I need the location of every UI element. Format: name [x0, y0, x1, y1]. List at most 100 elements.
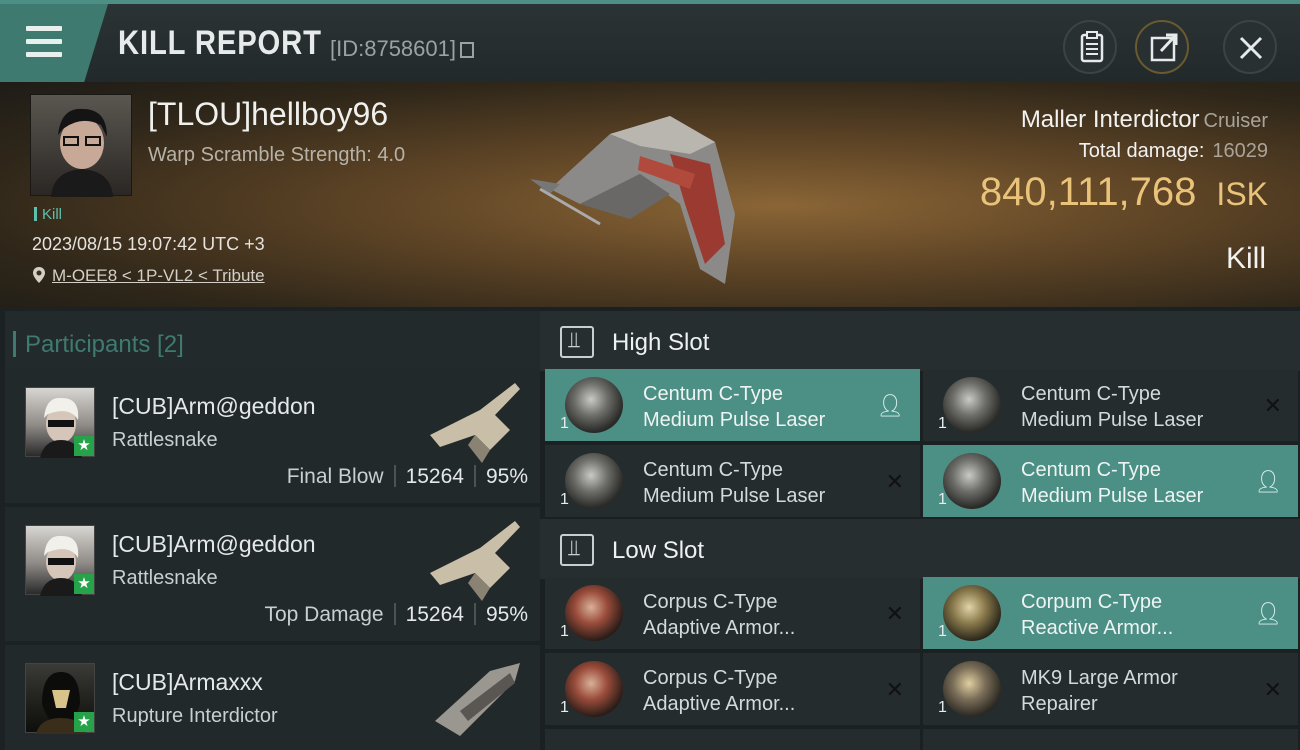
- copy-icon[interactable]: [459, 42, 474, 58]
- participant-name[interactable]: [CUB]Arm@geddon: [112, 531, 316, 558]
- module-image: [565, 377, 623, 433]
- module-name-line2: Medium Pulse Laser: [1021, 409, 1204, 431]
- module-name: Corpum C-Type Reactive Armor...: [1021, 589, 1271, 641]
- kill-location[interactable]: M-OEE8 < 1P-VL2 < Tribute: [32, 266, 265, 286]
- participant-ship-image: [435, 663, 520, 736]
- module-name-line1: Corpus C-Type: [643, 667, 778, 689]
- module-image: [943, 453, 1001, 509]
- module-item-partial[interactable]: [923, 729, 1298, 750]
- module-item[interactable]: 1 Centum C-Type Medium Pulse Laser ✕: [545, 445, 920, 517]
- share-icon: [1150, 33, 1178, 62]
- isk-unit: ISK: [1216, 176, 1268, 212]
- module-item[interactable]: 1 Corpum C-Type Reactive Armor... 👤︎: [923, 577, 1298, 649]
- kill-tag: Kill: [34, 206, 62, 223]
- star-icon: ★: [74, 436, 94, 456]
- x-icon: ✕: [1263, 393, 1282, 418]
- star-icon: ★: [74, 712, 94, 732]
- participant-role: Top Damage: [264, 603, 384, 626]
- header-bar: KILL REPORT [ID:8758601]: [0, 0, 1300, 82]
- participant-stats: Top Damage 15264 95%: [264, 603, 528, 627]
- x-icon: ✕: [885, 677, 904, 702]
- hamburger-icon-line: [26, 52, 62, 57]
- total-damage-row: Total damage: 16029: [1079, 140, 1268, 163]
- module-item-partial[interactable]: [545, 729, 920, 750]
- kill-timestamp: 2023/08/15 19:07:42 UTC +3: [32, 234, 265, 254]
- module-image: [943, 585, 1001, 641]
- module-quantity: 1: [938, 623, 947, 640]
- person-icon: 👤︎: [1254, 601, 1282, 626]
- divider: [393, 465, 396, 487]
- participant-avatar[interactable]: ★: [25, 387, 95, 458]
- module-item[interactable]: 1 Centum C-Type Medium Pulse Laser ✕: [923, 369, 1298, 441]
- participant-ship-image: [430, 383, 520, 463]
- victim-ship-name[interactable]: Maller Interdictor Cruiser: [1021, 106, 1268, 134]
- participant-row[interactable]: ★ [CUB]Arm@geddon Rattlesnake Final Blow…: [5, 369, 540, 503]
- participant-name[interactable]: [CUB]Armaxxx: [112, 669, 263, 696]
- module-name-line1: MK9 Large Armor: [1021, 667, 1178, 689]
- module-name-line2: Reactive Armor...: [1021, 617, 1174, 639]
- low-slot-header: Low Slot: [540, 519, 1300, 579]
- module-name: Centum C-Type Medium Pulse Laser: [1021, 381, 1271, 433]
- star-icon: ★: [74, 574, 94, 594]
- module-name: Centum C-Type Medium Pulse Laser: [1021, 457, 1271, 509]
- module-quantity: 1: [938, 699, 947, 716]
- x-icon: ✕: [1263, 677, 1282, 702]
- clipboard-button[interactable]: [1063, 20, 1117, 74]
- module-name: Corpus C-Type Adaptive Armor...: [643, 665, 893, 717]
- x-icon: ✕: [885, 469, 904, 494]
- victim-name[interactable]: [TLOU]hellboy96: [148, 96, 388, 133]
- participant-row[interactable]: ★ [CUB]Arm@geddon Rattlesnake Top Damage…: [5, 507, 540, 641]
- menu-button[interactable]: [0, 4, 108, 82]
- module-item[interactable]: 1 MK9 Large Armor Repairer ✕: [923, 653, 1298, 725]
- participants-title: Participants [2]: [13, 331, 184, 358]
- location-link[interactable]: M-OEE8 < 1P-VL2 < Tribute: [52, 266, 265, 285]
- participant-percent: 95%: [485, 465, 528, 488]
- module-name-line2: Adaptive Armor...: [643, 693, 796, 715]
- ship-class: Cruiser: [1203, 110, 1268, 132]
- participants-header: Participants [2]: [5, 311, 540, 371]
- low-slot-label: Low Slot: [612, 537, 705, 564]
- victim-avatar[interactable]: [30, 94, 132, 197]
- module-quantity: 1: [560, 623, 569, 640]
- total-damage-label: Total damage:: [1078, 140, 1205, 162]
- module-name: Corpus C-Type Adaptive Armor...: [643, 589, 893, 641]
- module-name-line1: Centum C-Type: [1021, 459, 1162, 481]
- participant-ship: Rupture Interdictor: [112, 705, 278, 727]
- module-image: [565, 661, 623, 717]
- close-icon: [1239, 36, 1263, 60]
- module-name: MK9 Large Armor Repairer: [1021, 665, 1271, 717]
- module-name-line2: Medium Pulse Laser: [1021, 485, 1204, 507]
- module-item[interactable]: 1 Corpus C-Type Adaptive Armor... ✕: [545, 653, 920, 725]
- high-slot-label: High Slot: [612, 329, 710, 356]
- clipboard-icon: [1080, 31, 1104, 63]
- module-item[interactable]: 1 Corpus C-Type Adaptive Armor... ✕: [545, 577, 920, 649]
- portrait-image: [51, 108, 113, 197]
- module-item[interactable]: 1 Centum C-Type Medium Pulse Laser 👤︎: [545, 369, 920, 441]
- module-name: Centum C-Type Medium Pulse Laser: [643, 457, 893, 509]
- module-item[interactable]: 1 Centum C-Type Medium Pulse Laser 👤︎: [923, 445, 1298, 517]
- kill-result: Kill: [1225, 242, 1266, 275]
- participant-row[interactable]: ★ [CUB]Armaxxx Rupture Interdictor: [5, 645, 540, 750]
- kill-id-text: [ID:8758601]: [330, 36, 456, 61]
- participant-ship-image: [430, 521, 520, 601]
- share-button[interactable]: [1135, 20, 1189, 74]
- participant-name[interactable]: [CUB]Arm@geddon: [112, 393, 316, 420]
- total-damage-value: 16029: [1212, 140, 1268, 162]
- module-quantity: 1: [938, 415, 947, 432]
- person-icon: 👤︎: [1254, 469, 1282, 494]
- participant-avatar[interactable]: ★: [25, 663, 95, 734]
- ship-name-text: Maller Interdictor: [1020, 106, 1200, 133]
- close-button[interactable]: [1223, 20, 1277, 74]
- map-pin-icon: [33, 267, 45, 283]
- divider: [473, 465, 476, 487]
- module-name-line2: Medium Pulse Laser: [643, 409, 826, 431]
- module-quantity: 1: [560, 491, 569, 508]
- participant-ship: Rattlesnake: [112, 429, 218, 451]
- participant-percent: 95%: [485, 603, 528, 626]
- participants-panel: Participants [2] ★ [CUB]Arm@geddon Rattl…: [0, 307, 540, 750]
- low-slot-icon: [560, 534, 594, 566]
- module-name-line1: Centum C-Type: [643, 383, 784, 405]
- module-name-line1: Centum C-Type: [1021, 383, 1162, 405]
- module-quantity: 1: [560, 415, 569, 432]
- participant-avatar[interactable]: ★: [25, 525, 95, 596]
